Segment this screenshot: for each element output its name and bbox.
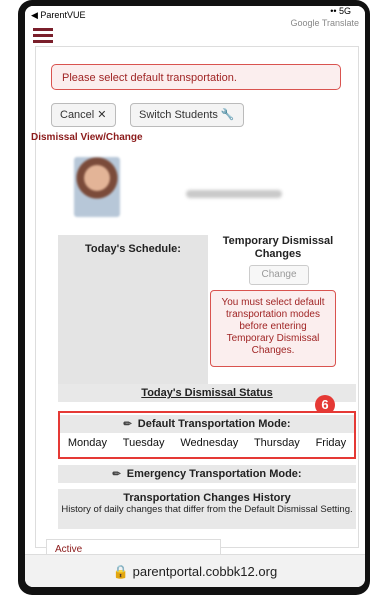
emergency-transportation-edit[interactable]: ✏ Emergency Transportation Mode:	[58, 465, 356, 483]
todays-dismissal-status-link[interactable]: Today's Dismissal Status	[58, 384, 356, 402]
default-transportation-title: Default Transportation Mode:	[137, 418, 291, 430]
status-bar: ◀ ParentVUE •• 5G Google Translate	[25, 6, 365, 32]
student-name-blurred	[186, 190, 282, 198]
pencil-icon: ✏	[123, 419, 132, 430]
day-monday: Monday	[67, 437, 108, 449]
day-friday: Friday	[315, 437, 347, 449]
day-tuesday: Tuesday	[122, 437, 165, 449]
history-title: Transportation Changes History	[123, 492, 291, 504]
day-thursday: Thursday	[253, 437, 300, 449]
back-to-app-link[interactable]: ◀ ParentVUE	[31, 10, 85, 21]
page-title: Dismissal View/Change	[31, 132, 143, 143]
todays-schedule-panel: Today's Schedule:	[58, 235, 208, 385]
default-transportation-edit[interactable]: ✏ Default Transportation Mode:	[60, 415, 354, 433]
temporary-dismissal-warning: You must select default transportation m…	[210, 290, 336, 367]
weekday-list: Monday Tuesday Wednesday Thursday Friday	[60, 437, 354, 449]
phone-screen: ◀ ParentVUE •• 5G Google Translate Pleas…	[25, 6, 365, 587]
default-transportation-panel: ✏ Default Transportation Mode: Monday Tue…	[58, 411, 356, 459]
temporary-dismissal-title: Temporary Dismissal Changes	[222, 235, 334, 260]
emergency-transportation-title: Emergency Transportation Mode:	[126, 468, 302, 480]
switch-students-button[interactable]: Switch Students 🔧	[130, 103, 244, 127]
cancel-button[interactable]: Cancel ✕	[51, 103, 116, 127]
history-description: History of daily changes that differ fro…	[61, 504, 353, 515]
pencil-icon: ✏	[112, 469, 121, 480]
todays-schedule-label: Today's Schedule:	[85, 243, 181, 255]
address-bar[interactable]: 🔒 parentportal.cobbk12.org	[25, 554, 365, 587]
transportation-history-panel: Transportation Changes History History o…	[58, 489, 356, 529]
change-button[interactable]: Change	[249, 265, 309, 285]
google-translate-link[interactable]: Google Translate	[290, 18, 359, 28]
default-transportation-alert: Please select default transportation.	[51, 64, 341, 90]
hamburger-menu-icon[interactable]	[33, 28, 53, 43]
student-photo	[74, 157, 120, 217]
day-wednesday: Wednesday	[180, 437, 239, 449]
dismissal-page: Please select default transportation. Ca…	[31, 46, 359, 559]
signal-indicator: •• 5G	[330, 6, 351, 16]
